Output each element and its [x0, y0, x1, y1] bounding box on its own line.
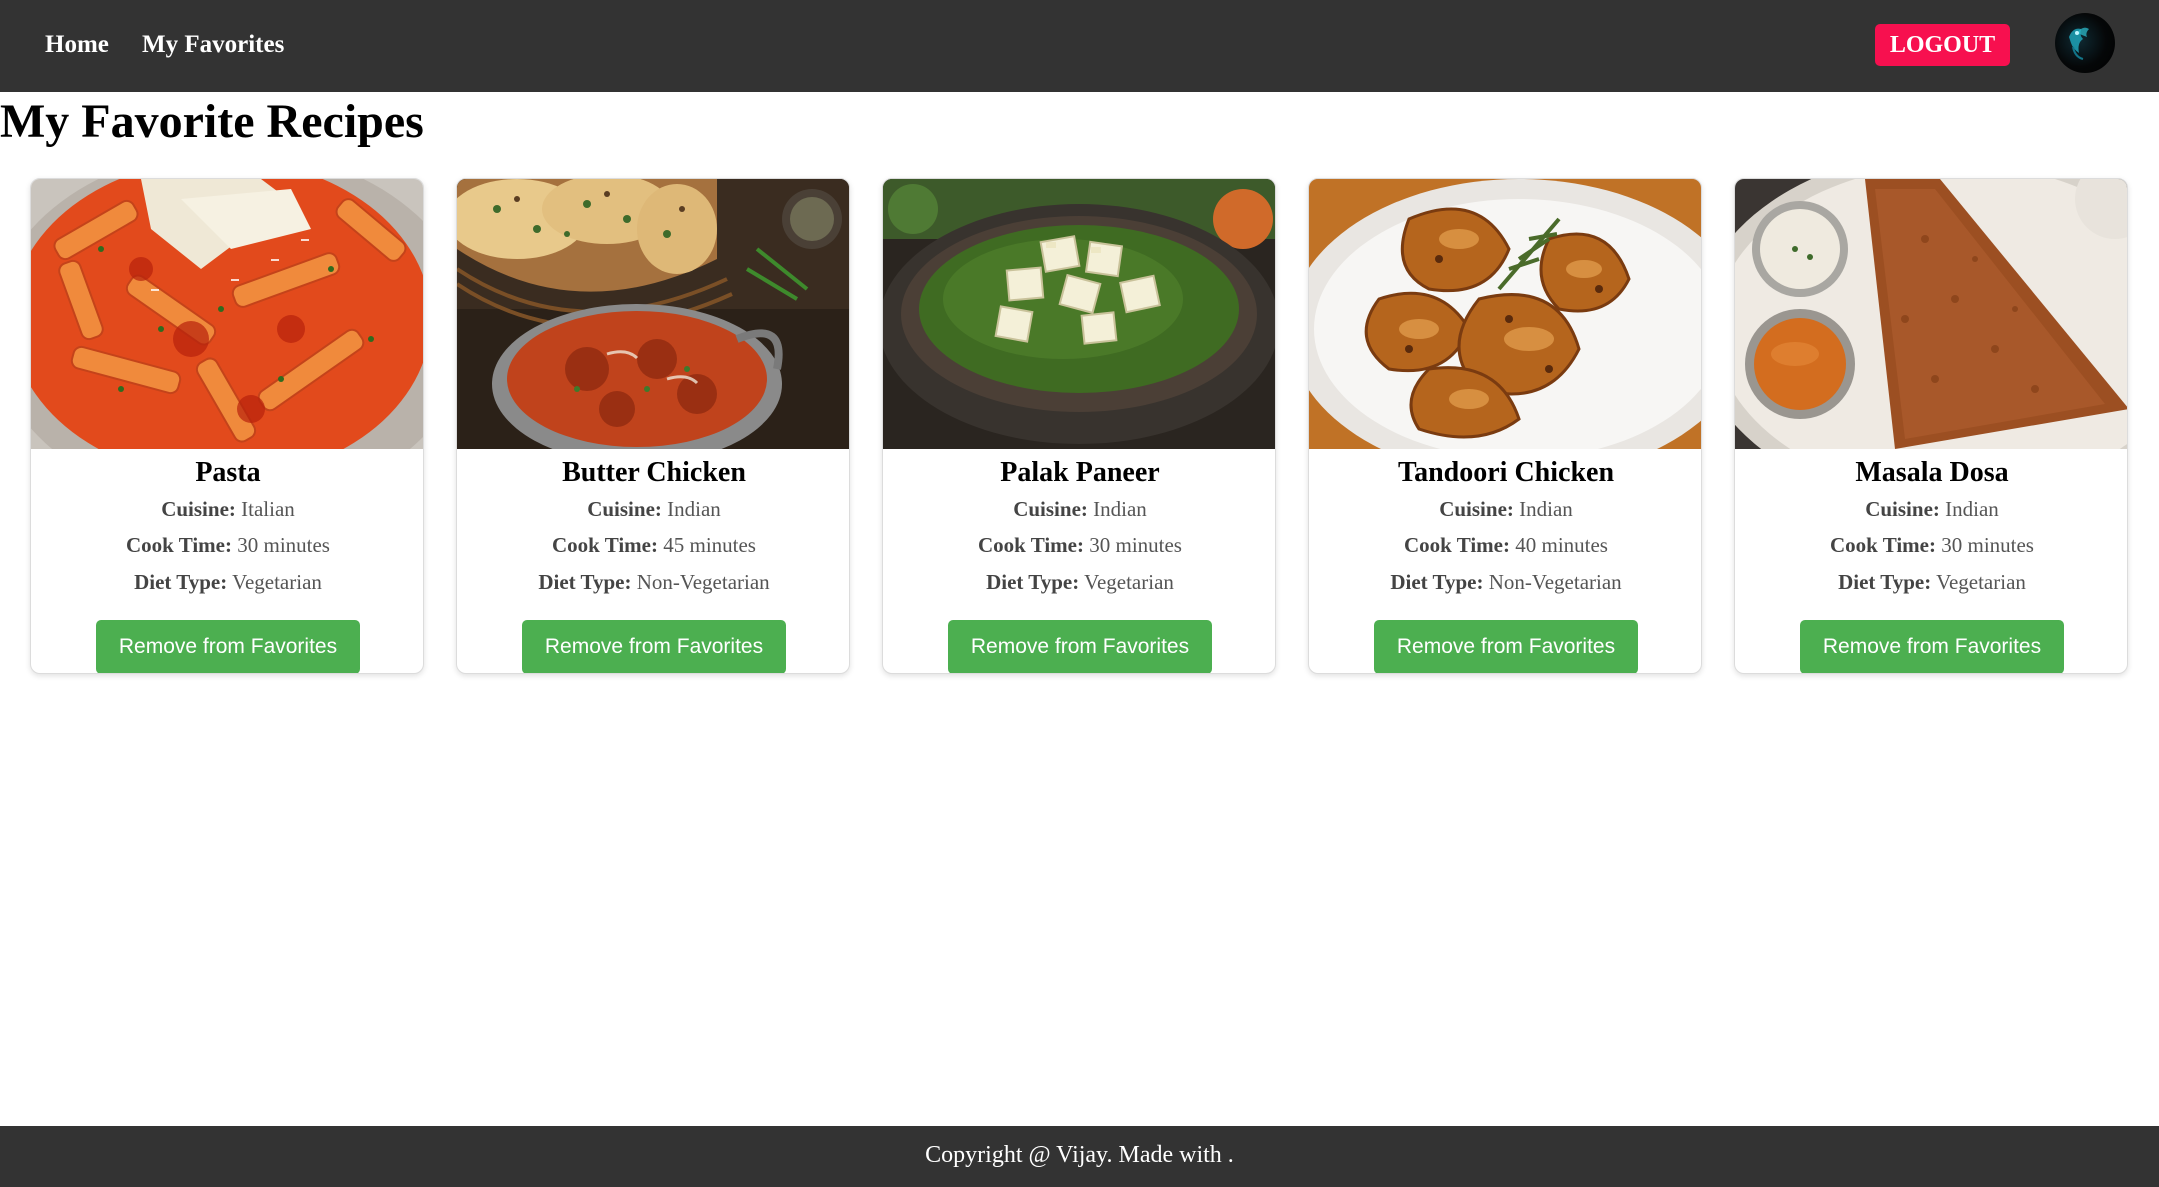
cook-time-value: 30 minutes — [1089, 533, 1182, 557]
recipe-cook-time: Cook Time: 30 minutes — [883, 531, 1275, 559]
recipe-cuisine: Cuisine: Indian — [457, 495, 849, 523]
recipe-name: Butter Chicken — [562, 457, 746, 488]
nav-my-favorites-link[interactable]: My Favorites — [142, 29, 284, 61]
cuisine-value: Indian — [667, 497, 721, 521]
recipe-cook-time: Cook Time: 30 minutes — [31, 531, 423, 559]
recipe-card: Masala Dosa Cuisine: Indian Cook Time: 3… — [1734, 178, 2128, 674]
recipe-card: Butter Chicken Cuisine: Indian Cook Time… — [456, 178, 850, 674]
diet-type-value: Vegetarian — [1936, 570, 2026, 594]
recipe-cuisine: Cuisine: Italian — [31, 495, 423, 523]
recipe-name: Masala Dosa — [1855, 457, 2009, 488]
cuisine-value: Indian — [1093, 497, 1147, 521]
diet-type-label: Diet Type: — [986, 570, 1080, 594]
recipe-diet-type: Diet Type: Vegetarian — [883, 568, 1275, 596]
recipe-cuisine: Cuisine: Indian — [883, 495, 1275, 523]
remove-from-favorites-button[interactable]: Remove from Favorites — [1374, 620, 1638, 673]
cuisine-value: Indian — [1945, 497, 1999, 521]
remove-from-favorites-button[interactable]: Remove from Favorites — [948, 620, 1212, 673]
page-title: My Favorite Recipes — [0, 95, 424, 148]
cook-time-label: Cook Time: — [126, 533, 232, 557]
recipe-cook-time: Cook Time: 45 minutes — [457, 531, 849, 559]
recipe-card: Tandoori Chicken Cuisine: Indian Cook Ti… — [1308, 178, 1702, 674]
diet-type-value: Non-Vegetarian — [1488, 570, 1622, 594]
recipe-diet-type: Diet Type: Non-Vegetarian — [1309, 568, 1701, 596]
recipe-image-tandoori-chicken — [1309, 179, 1701, 449]
remove-from-favorites-button[interactable]: Remove from Favorites — [96, 620, 360, 673]
recipe-cook-time: Cook Time: 30 minutes — [1735, 531, 2127, 559]
cook-time-label: Cook Time: — [978, 533, 1084, 557]
cuisine-value: Indian — [1519, 497, 1573, 521]
cook-time-value: 45 minutes — [663, 533, 756, 557]
recipe-image-masala-dosa — [1735, 179, 2127, 449]
cook-time-label: Cook Time: — [552, 533, 658, 557]
cook-time-label: Cook Time: — [1830, 533, 1936, 557]
cuisine-label: Cuisine: — [1865, 497, 1940, 521]
cuisine-value: Italian — [241, 497, 295, 521]
footer-copyright-text: Copyright @ Vijay. Made with . — [925, 1142, 1234, 1168]
remove-from-favorites-button[interactable]: Remove from Favorites — [522, 620, 786, 673]
diet-type-label: Diet Type: — [538, 570, 632, 594]
diet-type-value: Vegetarian — [232, 570, 322, 594]
recipe-card: Pasta Cuisine: Italian Cook Time: 30 min… — [30, 178, 424, 674]
logout-button[interactable]: LOGOUT — [1875, 24, 2010, 66]
cuisine-label: Cuisine: — [587, 497, 662, 521]
recipe-diet-type: Diet Type: Vegetarian — [31, 568, 423, 596]
user-avatar[interactable] — [2055, 13, 2115, 73]
cuisine-label: Cuisine: — [1439, 497, 1514, 521]
diet-type-label: Diet Type: — [134, 570, 228, 594]
cook-time-value: 30 minutes — [1941, 533, 2034, 557]
diet-type-label: Diet Type: — [1838, 570, 1932, 594]
recipe-cuisine: Cuisine: Indian — [1735, 495, 2127, 523]
recipe-cook-time: Cook Time: 40 minutes — [1309, 531, 1701, 559]
top-navbar: Home My Favorites LOGOUT — [0, 0, 2159, 92]
recipe-image-pasta — [31, 179, 423, 449]
diet-type-value: Non-Vegetarian — [636, 570, 770, 594]
recipe-diet-type: Diet Type: Vegetarian — [1735, 568, 2127, 596]
cook-time-label: Cook Time: — [1404, 533, 1510, 557]
recipe-name: Tandoori Chicken — [1397, 457, 1615, 488]
avatar-image — [2069, 27, 2089, 60]
recipe-diet-type: Diet Type: Non-Vegetarian — [457, 568, 849, 596]
recipe-image-palak-paneer — [883, 179, 1275, 449]
remove-from-favorites-button[interactable]: Remove from Favorites — [1800, 620, 2064, 673]
page-footer: Copyright @ Vijay. Made with . — [0, 1126, 2159, 1187]
recipe-cuisine: Cuisine: Indian — [1309, 495, 1701, 523]
cook-time-value: 40 minutes — [1515, 533, 1608, 557]
diet-type-value: Vegetarian — [1084, 570, 1174, 594]
nav-home-link[interactable]: Home — [45, 29, 109, 61]
recipe-image-butter-chicken — [457, 179, 849, 449]
recipe-card: Palak Paneer Cuisine: Indian Cook Time: … — [882, 178, 1276, 674]
recipe-name: Pasta — [195, 457, 261, 488]
cook-time-value: 30 minutes — [237, 533, 330, 557]
diet-type-label: Diet Type: — [1390, 570, 1484, 594]
cuisine-label: Cuisine: — [161, 497, 236, 521]
recipe-name: Palak Paneer — [1000, 457, 1160, 488]
cuisine-label: Cuisine: — [1013, 497, 1088, 521]
